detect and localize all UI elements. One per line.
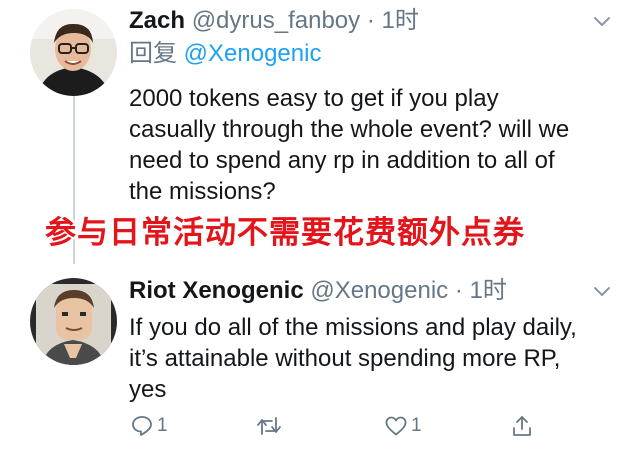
reply-button[interactable]: 1 bbox=[130, 414, 168, 438]
author-name[interactable]: Zach bbox=[129, 7, 185, 34]
separator-dot: · bbox=[454, 277, 463, 304]
tweet-text-line: casually through the whole event? will w… bbox=[129, 116, 570, 143]
separator-dot: · bbox=[366, 7, 375, 34]
tweet-body: If you do all of the missions and play d… bbox=[129, 312, 577, 405]
avatar-zach[interactable] bbox=[30, 9, 117, 96]
author-handle[interactable]: @Xenogenic bbox=[310, 277, 448, 304]
overlay-caption: 参与日常活动不需要花费额外点券 bbox=[45, 215, 525, 251]
author-handle[interactable]: @dyrus_fanboy bbox=[192, 7, 360, 34]
tweet-header: Zach @dyrus_fanboy · 1时 bbox=[129, 7, 419, 35]
reply-prefix: 回复 bbox=[129, 40, 177, 67]
share-button[interactable] bbox=[510, 414, 534, 438]
retweet-icon bbox=[257, 417, 281, 435]
author-name[interactable]: Riot Xenogenic bbox=[129, 277, 304, 304]
avatar-riot-xenogenic[interactable] bbox=[30, 278, 117, 365]
reply-count: 1 bbox=[157, 415, 168, 436]
tweet-header: Riot Xenogenic @Xenogenic · 1时 bbox=[129, 277, 507, 305]
like-count: 1 bbox=[411, 415, 422, 436]
reply-context: 回复 @Xenogenic bbox=[129, 40, 321, 68]
timestamp[interactable]: 1时 bbox=[470, 277, 507, 304]
tweet-actions: 1 1 bbox=[0, 414, 640, 444]
like-button[interactable]: 1 bbox=[384, 414, 422, 438]
chevron-down-icon[interactable] bbox=[591, 280, 613, 302]
tweet-text-line: yes bbox=[129, 376, 167, 403]
tweet-text-line: it’s attainable without spending more RP… bbox=[129, 345, 561, 372]
tweet-body: 2000 tokens easy to get if you play casu… bbox=[129, 83, 569, 207]
reply-to-handle[interactable]: @Xenogenic bbox=[184, 40, 322, 67]
retweet-button[interactable] bbox=[256, 414, 285, 438]
tweet-text-line: 2000 tokens easy to get if you play bbox=[129, 85, 499, 112]
timestamp[interactable]: 1时 bbox=[382, 7, 419, 34]
reply-icon bbox=[132, 416, 152, 436]
heart-icon bbox=[385, 416, 407, 436]
tweet-text-line: If you do all of the missions and play d… bbox=[129, 314, 577, 341]
chevron-down-icon[interactable] bbox=[591, 10, 613, 32]
share-icon bbox=[513, 416, 531, 436]
tweet-text-line: the missions? bbox=[129, 178, 276, 205]
tweet-text-line: need to spend any rp in addition to all … bbox=[129, 147, 555, 174]
